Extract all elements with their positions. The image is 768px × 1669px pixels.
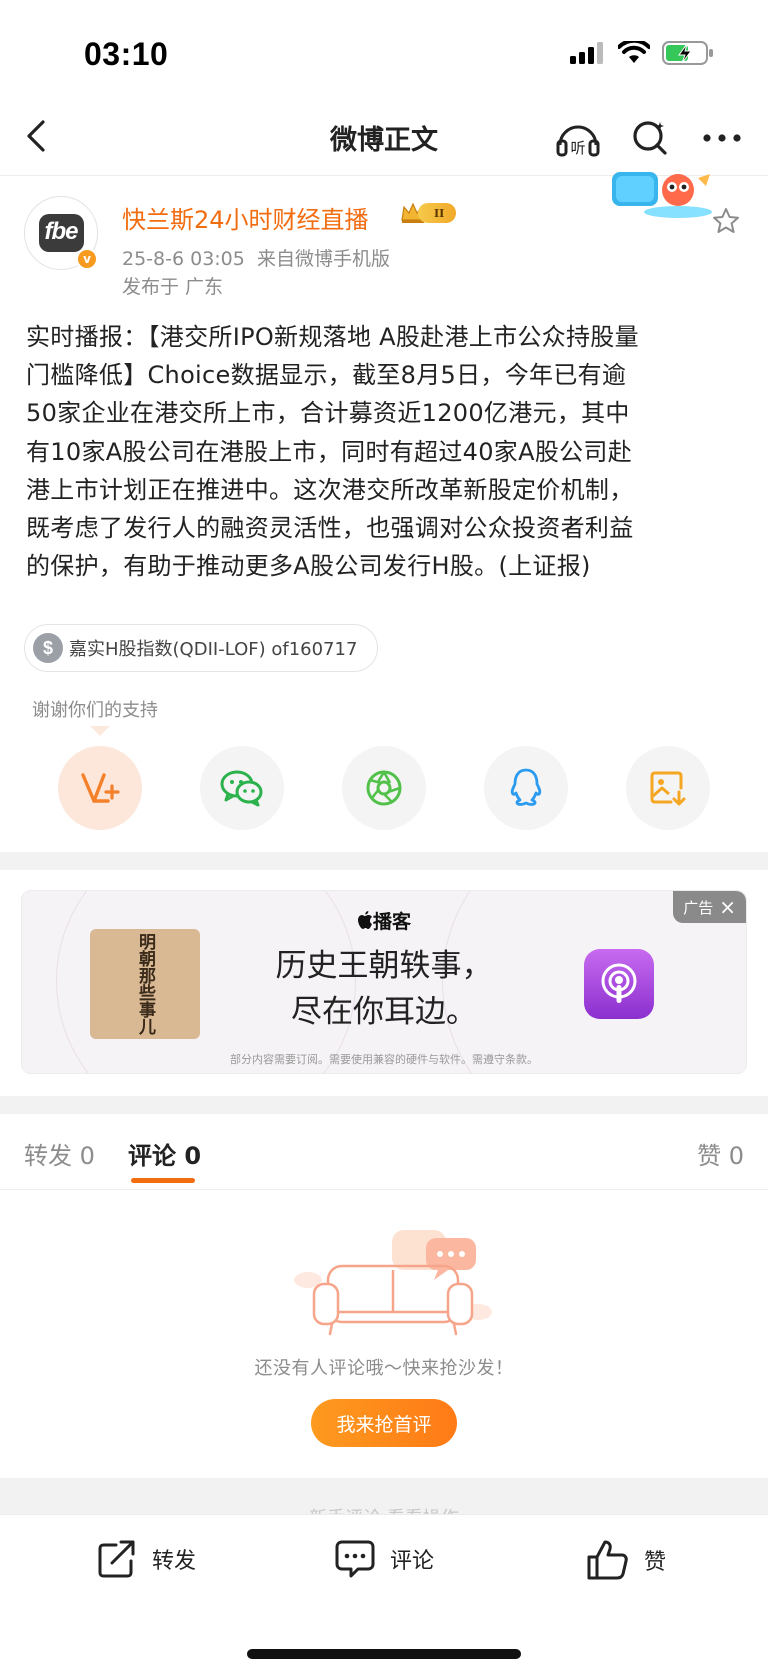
favorite-button[interactable] <box>711 206 741 240</box>
tab-comment[interactable]: 评论 0 <box>128 1136 201 1171</box>
holiday-sticker-icon <box>612 172 712 218</box>
author-header: fbe v 快兰斯24小时财经直播 II 25-8-6 03:05 来自微博手机… <box>0 172 768 306</box>
avatar-logo: fbe <box>38 214 84 252</box>
post-location: 发布于 广东 <box>122 276 224 298</box>
post-line: 港上市计划正在推进中。这次港交所改革新股定价机制， <box>26 475 634 504</box>
qq-share-button[interactable] <box>484 746 568 830</box>
ad-label-text: 广告 <box>683 898 714 917</box>
more-button[interactable] <box>698 114 746 162</box>
v-plus-icon <box>81 773 120 803</box>
empty-comments-text: 还没有人评论哦～快来抢沙发！ <box>254 1358 514 1379</box>
dollar-icon: $ <box>33 633 63 663</box>
post-timestamp: 25-8-6 03:05 <box>122 248 245 270</box>
v-plus-button[interactable] <box>58 746 142 830</box>
home-indicator[interactable] <box>247 1649 521 1659</box>
nav-bar: 微博正文 听 <box>0 100 768 176</box>
ad-brand: 播客 <box>22 907 746 934</box>
author-name[interactable]: 快兰斯24小时财经直播 <box>122 200 369 235</box>
bottom-action-bar: 转发 评论 赞 <box>0 1514 768 1669</box>
podcast-icon <box>601 963 637 1003</box>
first-comment-button[interactable]: 我来抢首评 <box>311 1399 457 1447</box>
ad-footnote: 部分内容需要订阅。需要使用兼容的硬件与软件。需遵守条款。 <box>230 1053 538 1066</box>
qq-icon <box>510 768 542 806</box>
ad-close-button[interactable]: 广告 × <box>673 891 746 923</box>
post-meta: 25-8-6 03:05 来自微博手机版 <box>122 244 390 271</box>
member-badge[interactable]: II <box>400 202 457 224</box>
repost-label: 转发 <box>152 1549 197 1574</box>
post-line: 50家企业在港交所上市，合计募资近1200亿港元，其中 <box>26 399 630 428</box>
comment-icon <box>335 1540 375 1578</box>
empty-sofa-illustration <box>294 1230 492 1336</box>
search-button[interactable] <box>626 114 674 162</box>
post-content: 实时播报：【港交所IPO新规落地 A股赴港上市公众持股量 门槛降低】Choice… <box>26 318 746 585</box>
wifi-icon <box>618 41 650 63</box>
thumbs-up-icon <box>587 1540 628 1580</box>
status-icons <box>570 40 714 66</box>
active-tab-indicator <box>131 1178 195 1183</box>
section-divider <box>0 1096 768 1114</box>
post-line: 有10家A股公司在港股上市，同时有超过40家A股公司赴 <box>26 437 633 466</box>
moments-share-button[interactable] <box>342 746 426 830</box>
like-button[interactable]: 赞 <box>586 1539 666 1581</box>
share-row <box>58 746 710 830</box>
post-line: 既考虑了发行人的融资灵活性，也强调对公众投资者利益 <box>26 514 634 543</box>
ad-brand-label: 播客 <box>372 911 411 933</box>
fund-tag[interactable]: $ 嘉实H股指数(QDII-LOF) of160717 <box>24 624 379 672</box>
battery-charging-icon <box>662 41 713 65</box>
wechat-icon <box>220 770 263 807</box>
fund-tag-label: 嘉实H股指数(QDII-LOF) of160717 <box>69 639 358 660</box>
headphones-icon: 听 <box>556 125 600 157</box>
wechat-share-button[interactable] <box>200 746 284 830</box>
comment-label: 评论 <box>390 1549 435 1574</box>
more-icon <box>703 134 741 142</box>
support-text: 谢谢你们的支持 <box>32 700 158 721</box>
ad-banner[interactable]: 明朝那些事儿 播客 历史王朝轶事， 尽在你耳边。 部分内容需要订阅。需要使用兼容… <box>21 890 747 1074</box>
support-pointer <box>90 726 110 736</box>
repost-button[interactable]: 转发 <box>96 1539 196 1579</box>
status-bar: 03:10 <box>0 0 768 100</box>
member-level: II <box>418 203 457 223</box>
post-source: 来自微博手机版 <box>256 248 390 270</box>
verified-badge: v <box>76 248 98 270</box>
post-line: 实时播报：【港交所IPO新规落地 A股赴港上市公众持股量 <box>26 323 639 351</box>
apple-logo-icon <box>357 911 372 929</box>
status-time: 03:10 <box>84 36 169 72</box>
post-line: 的保护，有助于推动更多A股公司发行H股。(上证报) <box>26 552 591 581</box>
moments-icon <box>366 770 402 806</box>
section-divider <box>0 852 768 870</box>
close-icon: × <box>719 895 736 919</box>
star-icon <box>713 208 739 233</box>
search-icon <box>633 121 667 155</box>
tab-repost[interactable]: 转发 0 <box>24 1136 95 1171</box>
save-image-icon <box>650 771 686 806</box>
podcasts-app-icon <box>584 949 654 1019</box>
comment-button[interactable]: 评论 <box>334 1539 434 1579</box>
tab-like[interactable]: 赞 0 <box>697 1136 744 1171</box>
nav-actions: 听 <box>554 114 746 162</box>
post-line: 门槛降低】Choice数据显示，截至8月5日，今年已有逾 <box>26 361 627 390</box>
interaction-tabs: 转发 0 评论 0 赞 0 <box>0 1114 768 1190</box>
save-image-button[interactable] <box>626 746 710 830</box>
signal-icon <box>570 42 603 64</box>
listen-label: 听 <box>570 139 585 157</box>
like-label: 赞 <box>644 1550 667 1575</box>
listen-button[interactable]: 听 <box>554 114 602 162</box>
share-icon <box>98 1540 135 1578</box>
